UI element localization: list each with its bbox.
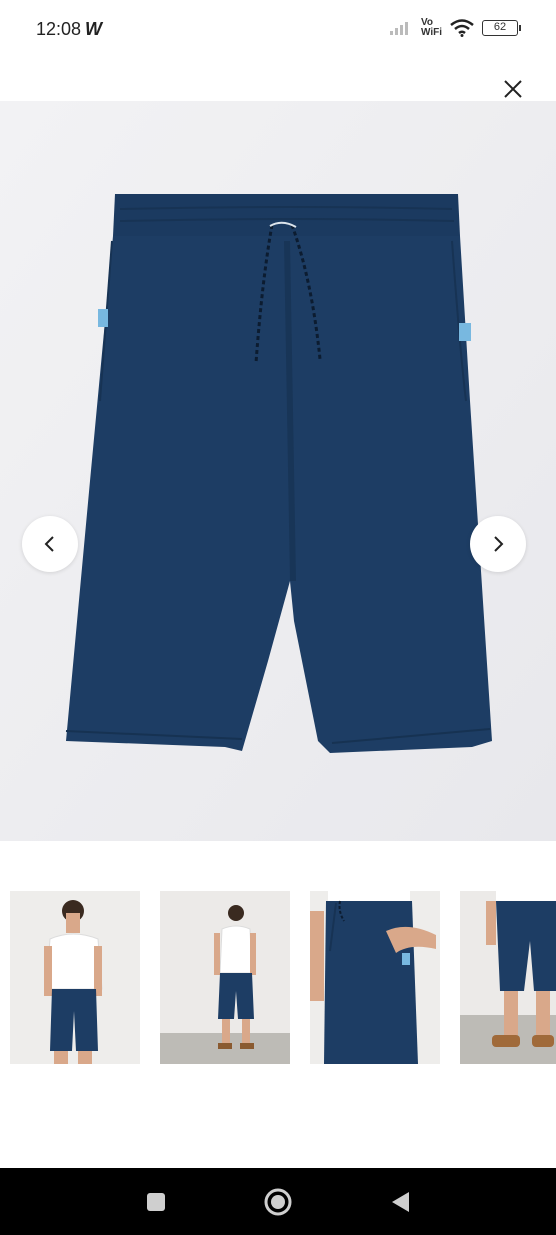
thumbnail-3[interactable] [310, 891, 440, 1064]
close-button[interactable] [502, 78, 524, 100]
status-icons: Vo WiFi 62 [389, 17, 521, 38]
w-indicator: W [85, 19, 103, 39]
previous-image-button[interactable] [22, 516, 78, 572]
status-bar: 12:08 W Vo WiFi 62 [0, 0, 556, 60]
pocket-closeup-thumbnail [310, 891, 440, 1064]
wifi-icon [450, 19, 474, 37]
square-icon [147, 1193, 165, 1211]
chevron-right-icon [494, 536, 504, 552]
model-front-thumbnail [10, 891, 140, 1064]
thumbnail-4[interactable] [460, 891, 556, 1064]
system-navigation-bar [0, 1168, 556, 1235]
triangle-back-icon [392, 1192, 409, 1212]
shorts-illustration [0, 101, 556, 841]
model-full-length-thumbnail [160, 891, 290, 1064]
chevron-left-icon [44, 536, 54, 552]
main-product-image[interactable] [0, 101, 556, 841]
clock: 12:08 W [36, 19, 102, 40]
back-button[interactable] [384, 1186, 416, 1218]
legs-closeup-thumbnail [460, 891, 556, 1064]
next-image-button[interactable] [470, 516, 526, 572]
thumbnail-1[interactable] [10, 891, 140, 1064]
circle-icon [264, 1188, 292, 1216]
signal-icon [389, 22, 408, 35]
close-icon [504, 80, 522, 98]
home-button[interactable] [262, 1186, 294, 1218]
vowifi-label: Vo WiFi [420, 17, 442, 38]
thumbnail-strip [10, 891, 556, 1064]
thumbnail-2[interactable] [160, 891, 290, 1064]
battery-indicator: 62 [482, 20, 521, 36]
recents-button[interactable] [140, 1186, 172, 1218]
time-text: 12:08 [36, 19, 82, 39]
